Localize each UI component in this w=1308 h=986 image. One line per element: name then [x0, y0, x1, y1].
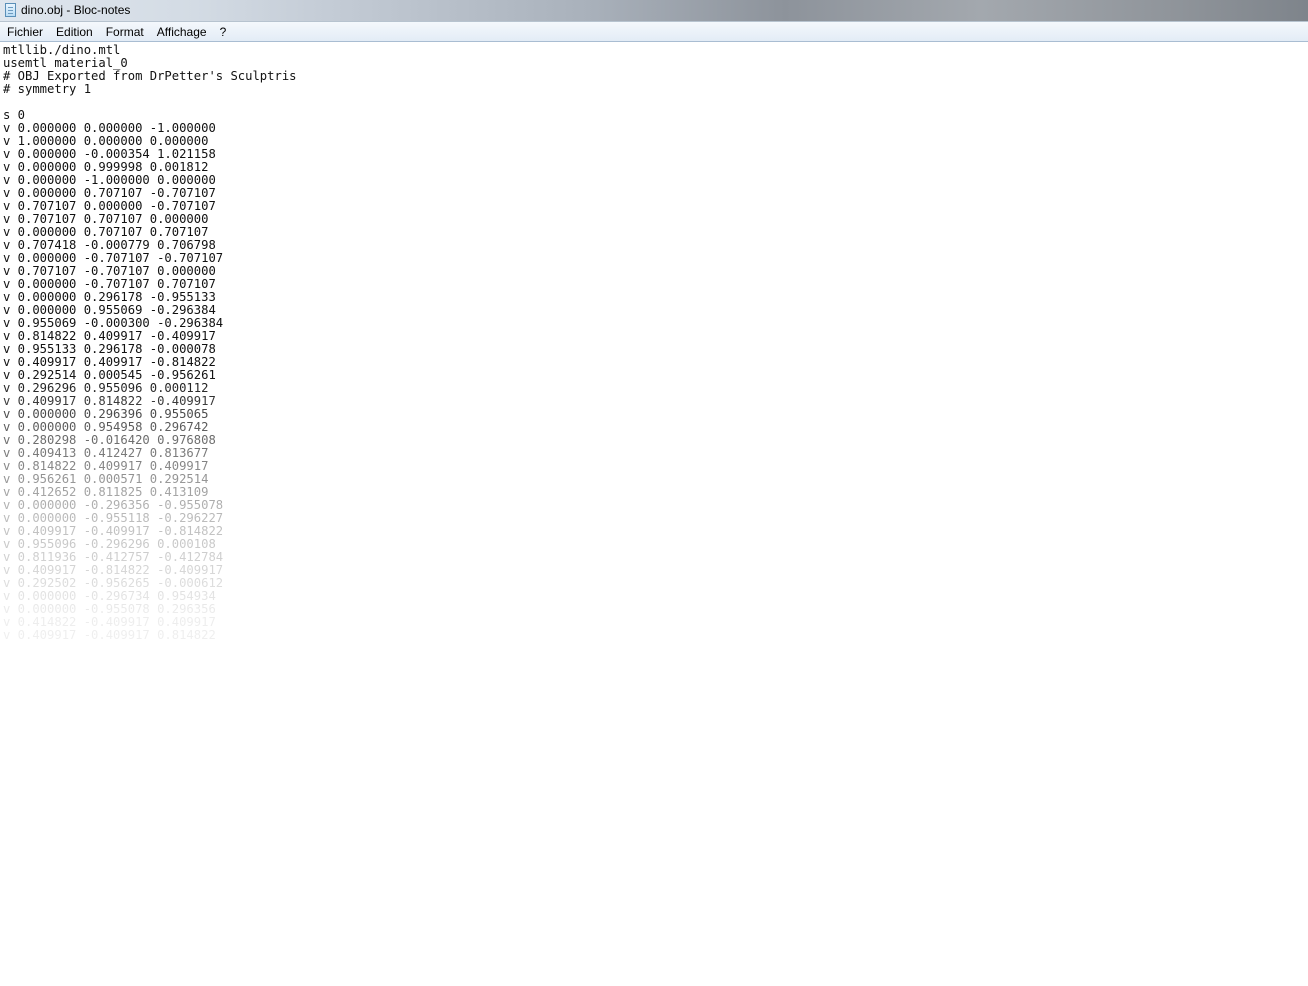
menu-format[interactable]: Format — [100, 23, 150, 41]
menu-bar: Fichier Edition Format Affichage ? — [0, 22, 1308, 42]
notepad-icon — [5, 3, 16, 17]
text-content[interactable]: mtllib./dino.mtl usemtl material_0 # OBJ E… — [3, 44, 297, 642]
text-line: # symmetry 1 — [3, 82, 92, 96]
menu-affichage[interactable]: Affichage — [151, 23, 213, 41]
menu-help[interactable]: ? — [214, 23, 233, 41]
menu-fichier[interactable]: Fichier — [1, 23, 49, 41]
menu-edition[interactable]: Edition — [50, 23, 99, 41]
window-title: dino.obj - Bloc-notes — [21, 3, 131, 17]
notepad-window: dino.obj - Bloc-notes Fichier Edition Fo… — [0, 0, 1308, 986]
text-line: v 0.409917 -0.409917 0.814822 — [3, 628, 216, 642]
text-line: ​ — [3, 96, 297, 109]
text-editor[interactable]: mtllib./dino.mtl usemtl material_0 # OBJ E… — [0, 43, 1308, 986]
title-bar[interactable]: dino.obj - Bloc-notes — [0, 0, 1308, 22]
